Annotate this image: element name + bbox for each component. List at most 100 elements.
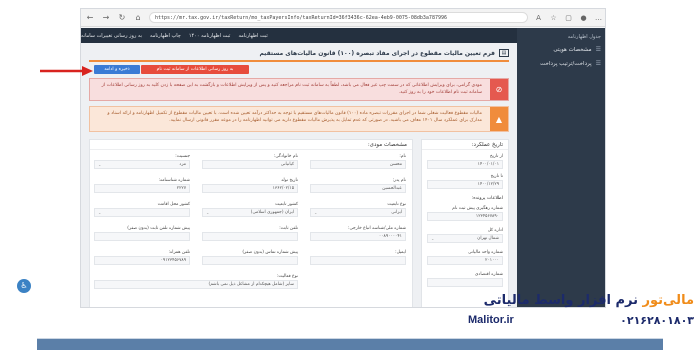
chevron-down-icon: ⌄ bbox=[98, 162, 102, 167]
citizenship-country-select[interactable]: ایران (جمهوری اسلامی) ⌄ bbox=[202, 208, 298, 217]
list-icon: ☰ bbox=[595, 46, 601, 53]
general-office-value: شمال تهران bbox=[477, 236, 499, 241]
topbar-item-update[interactable]: به روز رسانی تغییرات سامانه bbox=[81, 33, 142, 39]
landline-input[interactable] bbox=[202, 232, 298, 241]
general-office-field: اداره کل شمال تهران ⌄ bbox=[427, 228, 503, 243]
red-arrow-annotation bbox=[40, 66, 93, 76]
father-name-input[interactable]: عبدالحسین bbox=[310, 184, 406, 193]
id-number-field: شماره شناسنامه: ۲۲۲۷ bbox=[94, 178, 190, 193]
activity-type-field: نوع فعالیت: سایر (شامل هیچکدام از مشاغل … bbox=[94, 274, 298, 289]
residence-country-select[interactable]: ⌄ bbox=[94, 208, 190, 217]
from-date-field: از تاریخ ۱۴۰۰/۰۱/۰۱ bbox=[427, 154, 503, 169]
main-content: ▤ فرم تعیین مالیات مقطوع در اجرای مفاد ت… bbox=[81, 43, 517, 307]
national-id-field: شماره ملی/شناسه اتباع خارجی: ۰۰۸۹۰۰۰۰۴۱ bbox=[310, 226, 406, 241]
mobile-code-input[interactable] bbox=[202, 256, 298, 265]
screenshot-frame: ← → ↻ ⌂ https://mr.tax.gov.ir/taxReturn/… bbox=[80, 8, 606, 308]
gender-value: مرد bbox=[179, 162, 186, 167]
nationality-select[interactable]: ایرانی ⌄ bbox=[310, 208, 406, 217]
list-icon: ☰ bbox=[595, 60, 601, 67]
warning-alert-text: مالیات مقطوع فعالیت شغلی شما در اجرای مق… bbox=[107, 111, 482, 123]
back-icon[interactable]: ← bbox=[85, 13, 95, 22]
sidebar-item-identity[interactable]: ☰ مشخصات هویتی bbox=[517, 43, 605, 57]
forward-icon[interactable]: → bbox=[101, 13, 111, 22]
id-number-input[interactable]: ۲۲۲۷ bbox=[94, 184, 190, 193]
mobile-code-field: پیش شماره تماس (بدون صفر) bbox=[202, 250, 298, 265]
info-alert: ⊘ مودی گرامی، برای ویرایش اطلاعاتی که در… bbox=[89, 78, 509, 101]
last-name-field: نام خانوادگی: کیانیانی bbox=[202, 154, 298, 169]
reload-icon[interactable]: ↻ bbox=[117, 13, 127, 22]
block-icon: ⊘ bbox=[490, 79, 508, 100]
chevron-down-icon: ⌄ bbox=[314, 210, 318, 215]
birth-date-field: تاریخ تولد ۱۳۶۲/۰۲/۱۵ bbox=[202, 178, 298, 193]
bottom-strip bbox=[37, 338, 663, 350]
sidebar-item-label: مشخصات هویتی bbox=[553, 47, 592, 53]
save-continue-button[interactable]: ذخیره و ادامه bbox=[94, 65, 140, 74]
landline-code-field: پیش شماره تلفن ثابت (بدون صفر) bbox=[94, 226, 190, 241]
tracking-number-input[interactable]: ۱۲۳۴۵۶۷۸۹۰ bbox=[427, 212, 503, 221]
form-icon: ▤ bbox=[499, 49, 509, 57]
topbar-item-print[interactable]: چاپ اظهارنامه bbox=[150, 33, 181, 39]
citizenship-country-value: ایران (جمهوری اسلامی) bbox=[250, 210, 294, 215]
page-title-text: فرم تعیین مالیات مقطوع در اجرای مفاد تبص… bbox=[259, 49, 495, 57]
first-name-input[interactable]: محسن bbox=[310, 160, 406, 169]
home-icon[interactable]: ⌂ bbox=[133, 13, 143, 22]
email-input[interactable] bbox=[310, 256, 406, 265]
father-name-field: نام پدر: عبدالحسین bbox=[310, 178, 406, 193]
brand-name: مالی‌تور نرم افزار واسط مالیاتی bbox=[483, 293, 694, 308]
brand-phone: ۰۲۱۶۲۸۰۱۸۰۳ bbox=[620, 314, 694, 327]
info-alert-text: مودی گرامی، برای ویرایش اطلاعاتی که در س… bbox=[101, 83, 482, 95]
collections-icon[interactable]: ▢ bbox=[564, 14, 573, 22]
browser-toolbar: ← → ↻ ⌂ https://mr.tax.gov.ir/taxReturn/… bbox=[81, 9, 605, 27]
to-date-input[interactable]: ۱۴۰۰/۱۲/۲۹ bbox=[427, 180, 503, 189]
app-topbar: ثبت اظهارنامه ثبت اظهارنامه ۱۴۰۰ چاپ اظه… bbox=[81, 28, 517, 43]
general-office-select[interactable]: شمال تهران ⌄ bbox=[427, 234, 503, 243]
to-date-field: تا تاریخ ۱۴۰۰/۱۲/۲۹ bbox=[427, 174, 503, 189]
file-info-heading: اطلاعات پرونده: bbox=[471, 196, 503, 201]
chevron-down-icon: ⌄ bbox=[98, 210, 102, 215]
period-panel: تاریخ عملکرد: از تاریخ ۱۴۰۰/۰۱/۰۱ تا تار… bbox=[421, 139, 509, 307]
warning-alert: ▲ مالیات مقطوع فعالیت شغلی شما در اجرای … bbox=[89, 106, 509, 132]
nationality-field: نوع تابعیت ایرانی ⌄ bbox=[310, 202, 406, 217]
mobile-field: تلفن همراه: ۰۹۱۲۳۴۵۶۷۸۹ bbox=[94, 250, 190, 265]
profile-icon[interactable]: ● bbox=[579, 14, 588, 22]
favorite-icon[interactable]: ☆ bbox=[549, 14, 558, 22]
national-id-input[interactable]: ۰۰۸۹۰۰۰۰۴۱ bbox=[310, 232, 406, 241]
sidebar: جدول اظهارنامه ☰ مشخصات هویتی ☰ پرداخت/ت… bbox=[517, 28, 605, 307]
residence-country-field: کشور محل اقامت ⌄ bbox=[94, 202, 190, 217]
economic-code-field: شماره اقتصادی bbox=[427, 272, 503, 287]
economic-code-input[interactable] bbox=[427, 278, 503, 287]
from-date-input[interactable]: ۱۴۰۰/۰۱/۰۱ bbox=[427, 160, 503, 169]
email-field: ایمیل: bbox=[310, 250, 406, 265]
tax-unit-input[interactable]: ۲۰۱۰۰۰ bbox=[427, 256, 503, 265]
chevron-down-icon: ⌄ bbox=[431, 236, 435, 241]
tracking-number-field: شماره رهگیری پیش ثبت نام ۱۲۳۴۵۶۷۸۹۰ bbox=[427, 206, 503, 221]
topbar-item-return-1400[interactable]: ثبت اظهارنامه ۱۴۰۰ bbox=[189, 33, 231, 39]
first-name-field: نام: محسن bbox=[310, 154, 406, 169]
update-from-registry-button[interactable]: به روز رسانی اطلاعات از سامانه ثبت نام bbox=[141, 65, 249, 74]
more-icon[interactable]: … bbox=[594, 14, 603, 22]
landline-field: تلفن ثابت: bbox=[202, 226, 298, 241]
brand-site: Malitor.ir bbox=[468, 314, 514, 326]
page-title: ▤ فرم تعیین مالیات مقطوع در اجرای مفاد ت… bbox=[89, 47, 509, 59]
topbar-item-new-return[interactable]: ثبت اظهارنامه bbox=[238, 33, 267, 39]
landline-code-input[interactable] bbox=[94, 232, 190, 241]
accessibility-icon[interactable]: ♿ bbox=[17, 279, 31, 293]
sidebar-item-payment[interactable]: ☰ پرداخت/ترتیب پرداخت bbox=[517, 57, 605, 71]
identity-panel: مشخصات مودی: نام: محسن نام خانوادگی: کیا… bbox=[89, 139, 413, 307]
period-panel-title: تاریخ عملکرد: bbox=[422, 140, 508, 150]
address-bar[interactable]: https://mr.tax.gov.ir/taxReturn/mo_taxPa… bbox=[149, 12, 528, 23]
identity-panel-title: مشخصات مودی: bbox=[90, 140, 412, 150]
citizenship-country-field: کشور تابعیت ایران (جمهوری اسلامی) ⌄ bbox=[202, 202, 298, 217]
warning-icon: ▲ bbox=[490, 107, 508, 131]
title-divider bbox=[89, 60, 509, 62]
last-name-input[interactable]: کیانیانی bbox=[202, 160, 298, 169]
chevron-down-icon: ⌄ bbox=[206, 210, 210, 215]
mobile-input[interactable]: ۰۹۱۲۳۴۵۶۷۸۹ bbox=[94, 256, 190, 265]
read-aloud-icon[interactable]: A bbox=[534, 14, 543, 22]
gender-select[interactable]: مرد ⌄ bbox=[94, 160, 190, 169]
activity-type-input[interactable]: سایر (شامل هیچکدام از مشاغل ذیل نمی باشم… bbox=[94, 280, 298, 289]
malitor-logo: مالی‌تور نرم افزار واسط مالیاتی Malitor.… bbox=[468, 293, 694, 337]
sidebar-brand: جدول اظهارنامه bbox=[567, 34, 601, 40]
tax-unit-field: شماره واحد مالیاتی ۲۰۱۰۰۰ bbox=[427, 250, 503, 265]
birth-date-input[interactable]: ۱۳۶۲/۰۲/۱۵ bbox=[202, 184, 298, 193]
